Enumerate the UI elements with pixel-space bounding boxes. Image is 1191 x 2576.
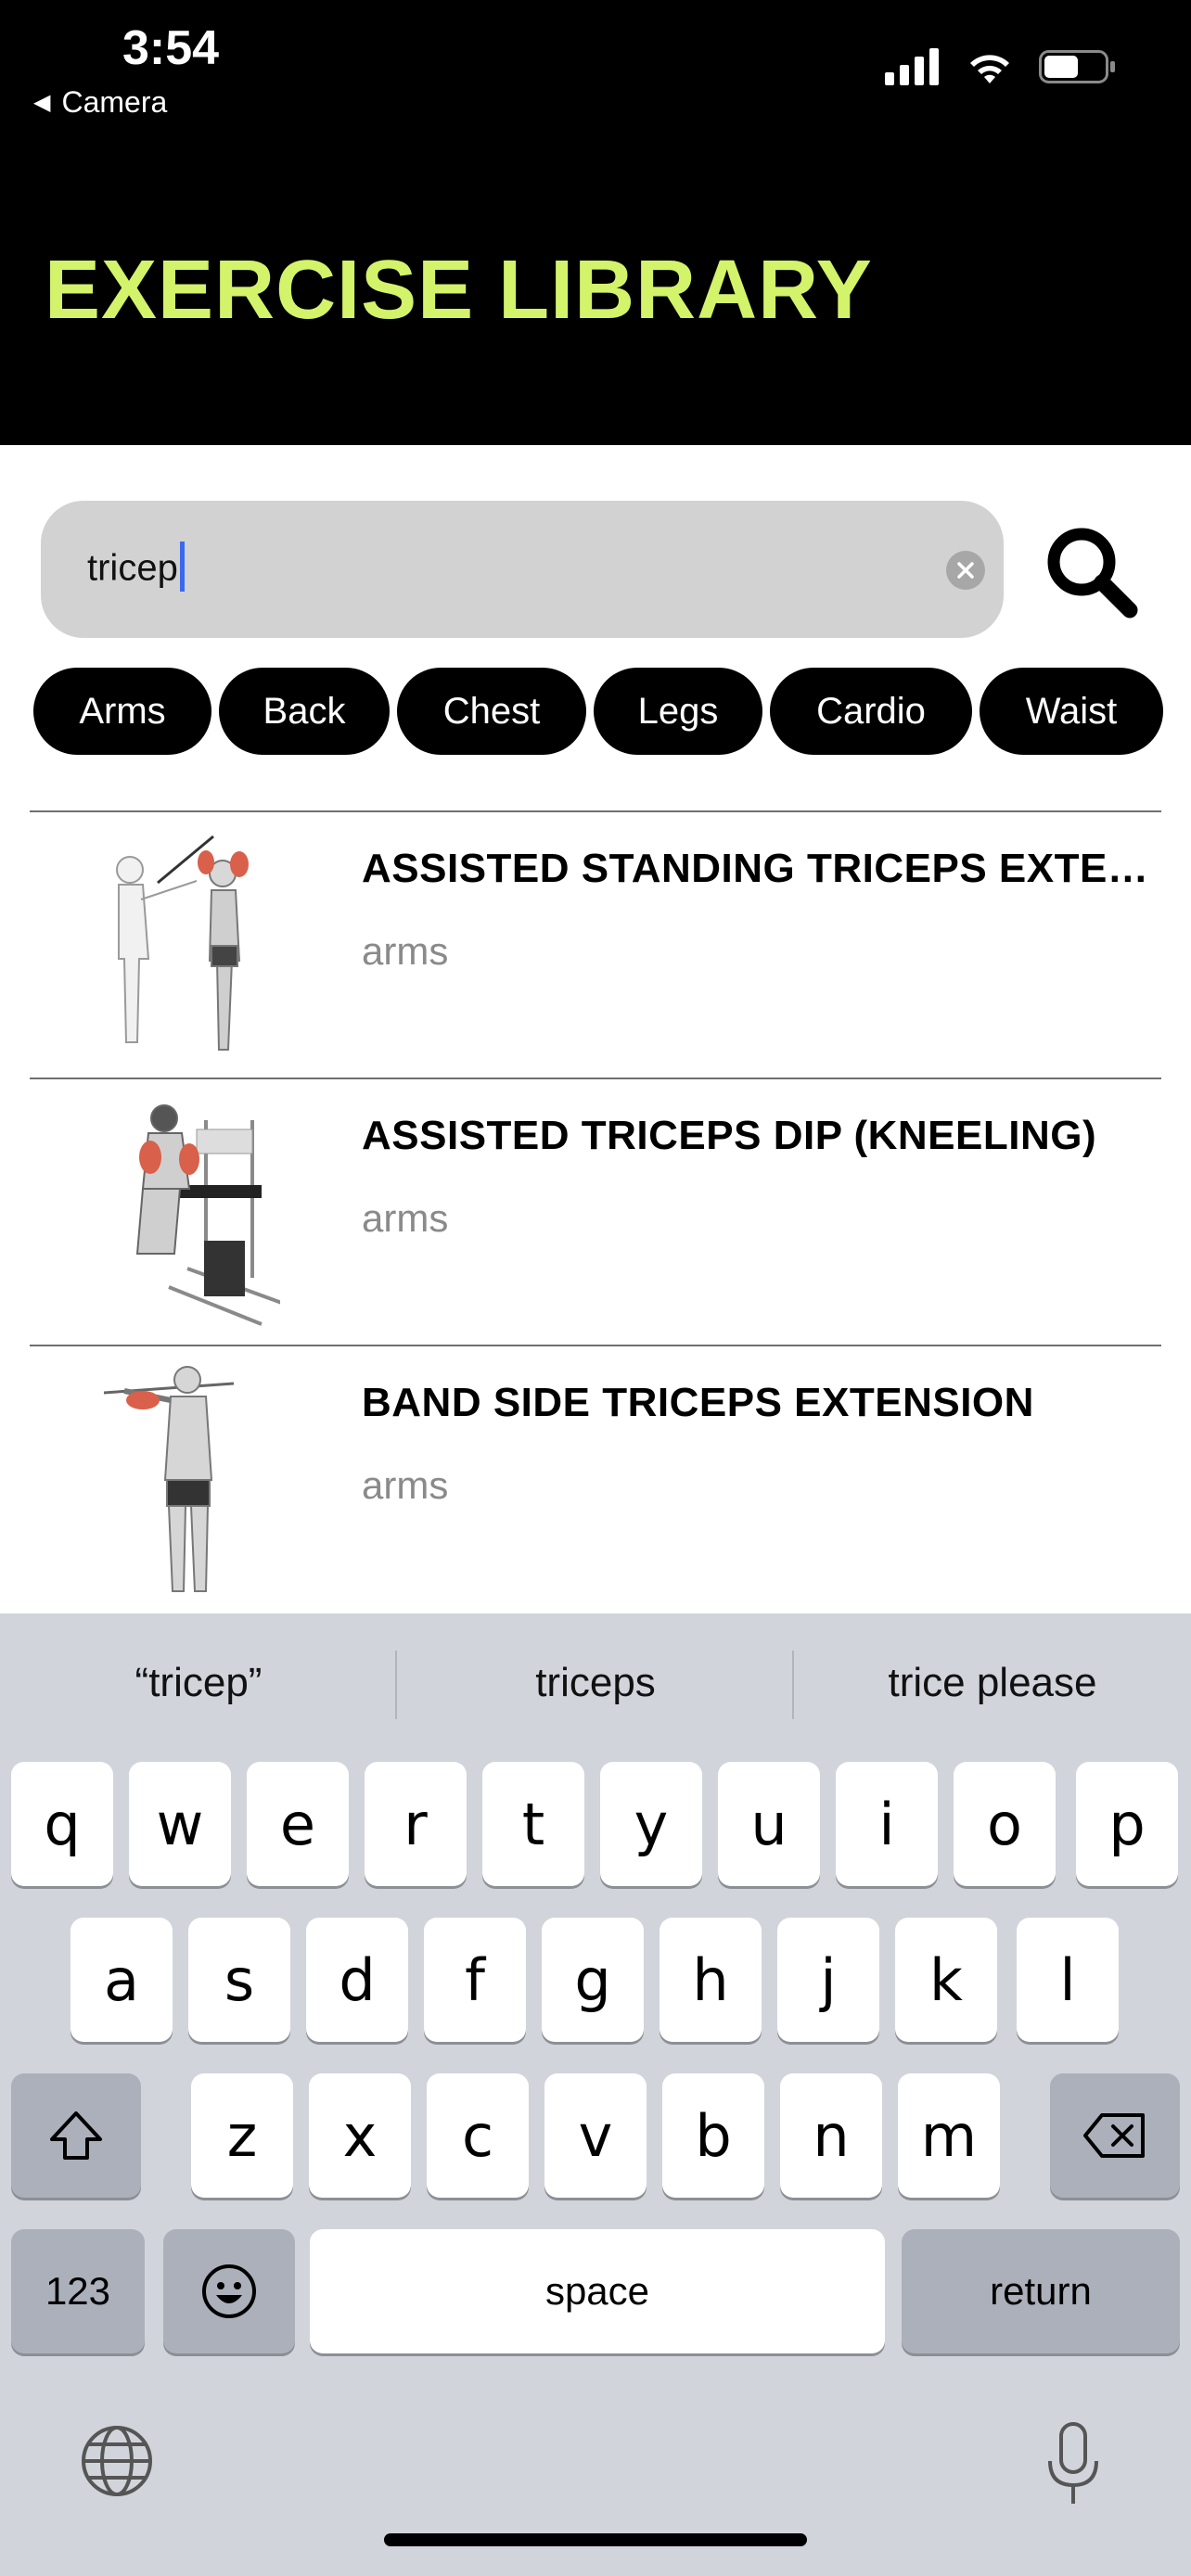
search-button[interactable]	[1041, 521, 1143, 623]
exercise-category: arms	[362, 1196, 449, 1240]
battery-icon	[1039, 50, 1115, 83]
back-to-app-button[interactable]: ◀ Camera	[33, 85, 167, 120]
wifi-icon	[970, 55, 1009, 83]
globe-icon[interactable]	[80, 2424, 154, 2498]
emoji-icon	[202, 2264, 256, 2318]
exercise-title: ASSISTED STANDING TRICEPS EXTENSION (WIT…	[362, 846, 1159, 891]
key-j[interactable]: j	[777, 1918, 879, 2042]
return-key[interactable]: return	[902, 2229, 1180, 2353]
exercise-title: BAND SIDE TRICEPS EXTENSION	[362, 1380, 1034, 1425]
microphone-icon[interactable]	[1043, 2420, 1104, 2507]
clear-icon	[957, 562, 974, 579]
key-l[interactable]: l	[1017, 1918, 1119, 2042]
exercise-thumbnail	[135, 1104, 280, 1326]
app-header: 3:54 ◀ Camera EXERCISE LIBRARY	[0, 0, 1191, 445]
key-g[interactable]: g	[542, 1918, 644, 2042]
exercise-category: arms	[362, 929, 449, 973]
key-o[interactable]: o	[954, 1762, 1056, 1886]
category-chip-arms[interactable]: Arms	[33, 668, 211, 755]
key-v[interactable]: v	[544, 2073, 647, 2198]
shift-icon	[50, 2111, 102, 2160]
exercise-row[interactable]: BAND SIDE TRICEPS EXTENSION arms	[30, 1345, 1161, 1612]
autocomplete-bar: “tricep” triceps trice please	[0, 1613, 1191, 1753]
key-f[interactable]: f	[424, 1918, 526, 2042]
backspace-key[interactable]	[1050, 2073, 1180, 2198]
key-z[interactable]: z	[191, 2073, 293, 2198]
key-e[interactable]: e	[247, 1762, 349, 1886]
home-indicator	[384, 2533, 807, 2546]
exercise-thumbnail	[116, 835, 249, 1051]
exercise-category: arms	[362, 1463, 449, 1507]
key-i[interactable]: i	[836, 1762, 938, 1886]
category-filter-bar: Arms Back Chest Legs Cardio Waist	[33, 668, 1163, 755]
space-key[interactable]: space	[310, 2229, 885, 2353]
key-u[interactable]: u	[718, 1762, 820, 1886]
exercise-title: ASSISTED TRICEPS DIP (KNEELING)	[362, 1113, 1097, 1158]
category-chip-cardio[interactable]: Cardio	[770, 668, 972, 755]
exercise-row[interactable]: ASSISTED STANDING TRICEPS EXTENSION (WIT…	[30, 810, 1161, 1078]
key-p[interactable]: p	[1076, 1762, 1178, 1886]
search-icon	[1047, 528, 1138, 618]
key-a[interactable]: a	[70, 1918, 173, 2042]
exercise-list: ASSISTED STANDING TRICEPS EXTENSION (WIT…	[30, 810, 1161, 1612]
key-h[interactable]: h	[660, 1918, 762, 2042]
key-t[interactable]: t	[482, 1762, 584, 1886]
category-chip-legs[interactable]: Legs	[594, 668, 762, 755]
suggestion-2[interactable]: triceps	[397, 1613, 794, 1753]
page-title: EXERCISE LIBRARY	[45, 244, 873, 337]
search-input-value: tricep	[87, 547, 178, 589]
cellular-signal-icon	[885, 48, 939, 85]
key-y[interactable]: y	[600, 1762, 702, 1886]
search-input-value-wrap: tricep	[87, 542, 185, 595]
suggestion-1[interactable]: “tricep”	[0, 1613, 397, 1753]
category-chip-waist[interactable]: Waist	[980, 668, 1163, 755]
numbers-key[interactable]: 123	[11, 2229, 145, 2353]
status-time: 3:54	[122, 21, 220, 75]
key-c[interactable]: c	[427, 2073, 529, 2198]
key-s[interactable]: s	[188, 1918, 290, 2042]
key-w[interactable]: w	[129, 1762, 231, 1886]
search-input[interactable]: tricep	[41, 501, 1004, 638]
backspace-icon	[1083, 2113, 1145, 2158]
key-k[interactable]: k	[895, 1918, 997, 2042]
status-icons	[885, 48, 1117, 85]
key-r[interactable]: r	[365, 1762, 467, 1886]
suggestion-3[interactable]: trice please	[794, 1613, 1191, 1753]
back-app-label: Camera	[61, 85, 168, 119]
key-n[interactable]: n	[780, 2073, 882, 2198]
key-b[interactable]: b	[662, 2073, 764, 2198]
text-caret	[179, 542, 185, 592]
clear-search-button[interactable]	[946, 551, 985, 590]
key-d[interactable]: d	[306, 1918, 408, 2042]
category-chip-chest[interactable]: Chest	[397, 668, 586, 755]
on-screen-keyboard: “tricep” triceps trice please q w e r t …	[0, 1613, 1191, 2576]
category-chip-back[interactable]: Back	[219, 668, 390, 755]
back-arrow-icon: ◀	[33, 90, 51, 115]
key-x[interactable]: x	[309, 2073, 411, 2198]
key-m[interactable]: m	[898, 2073, 1000, 2198]
exercise-row[interactable]: ASSISTED TRICEPS DIP (KNEELING) arms	[30, 1078, 1161, 1345]
emoji-key[interactable]	[163, 2229, 295, 2353]
exercise-thumbnail	[103, 1366, 235, 1592]
shift-key[interactable]	[11, 2073, 141, 2198]
key-q[interactable]: q	[11, 1762, 113, 1886]
